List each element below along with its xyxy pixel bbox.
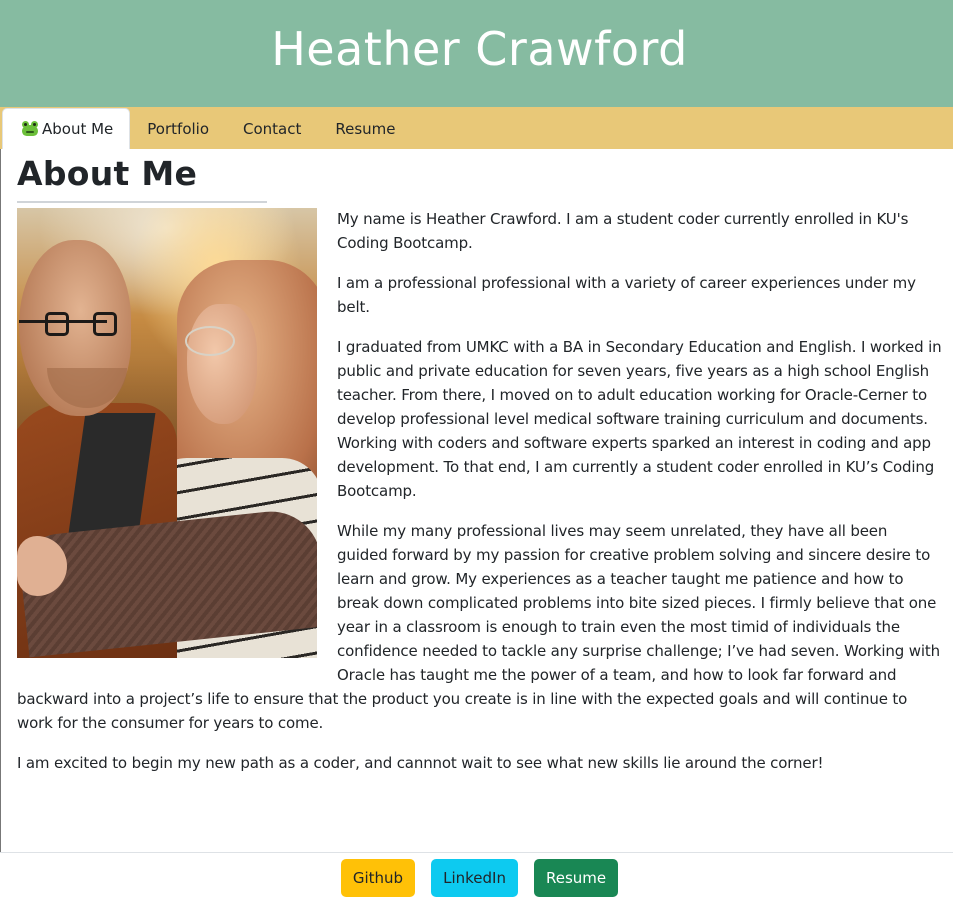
about-paragraph: I am excited to begin my new path as a c… (17, 754, 824, 772)
tab-label: Portfolio (147, 119, 210, 138)
tab-label: Contact (243, 119, 302, 138)
tab-portfolio[interactable]: Portfolio (130, 108, 226, 149)
github-button[interactable]: Github (340, 858, 416, 897)
site-header: Heather Crawford (0, 0, 953, 107)
profile-photo (17, 208, 317, 658)
tab-label: Resume (335, 119, 396, 138)
about-section: About Me My name is Heather Crawford. I … (17, 149, 942, 791)
frog-icon (21, 120, 39, 136)
tab-label: About Me (42, 120, 114, 138)
tab-resume[interactable]: Resume (318, 108, 412, 149)
resume-button[interactable]: Resume (533, 858, 619, 897)
footer: Github LinkedIn Resume (0, 852, 953, 902)
section-title: About Me (17, 154, 198, 193)
nav-tabs: About Me Portfolio Contact Resume (0, 107, 953, 149)
linkedin-button[interactable]: LinkedIn (431, 858, 518, 897)
site-title: Heather Crawford (271, 21, 688, 76)
tab-about-me[interactable]: About Me (2, 108, 131, 149)
title-divider (17, 201, 267, 203)
tab-contact[interactable]: Contact (226, 108, 318, 149)
